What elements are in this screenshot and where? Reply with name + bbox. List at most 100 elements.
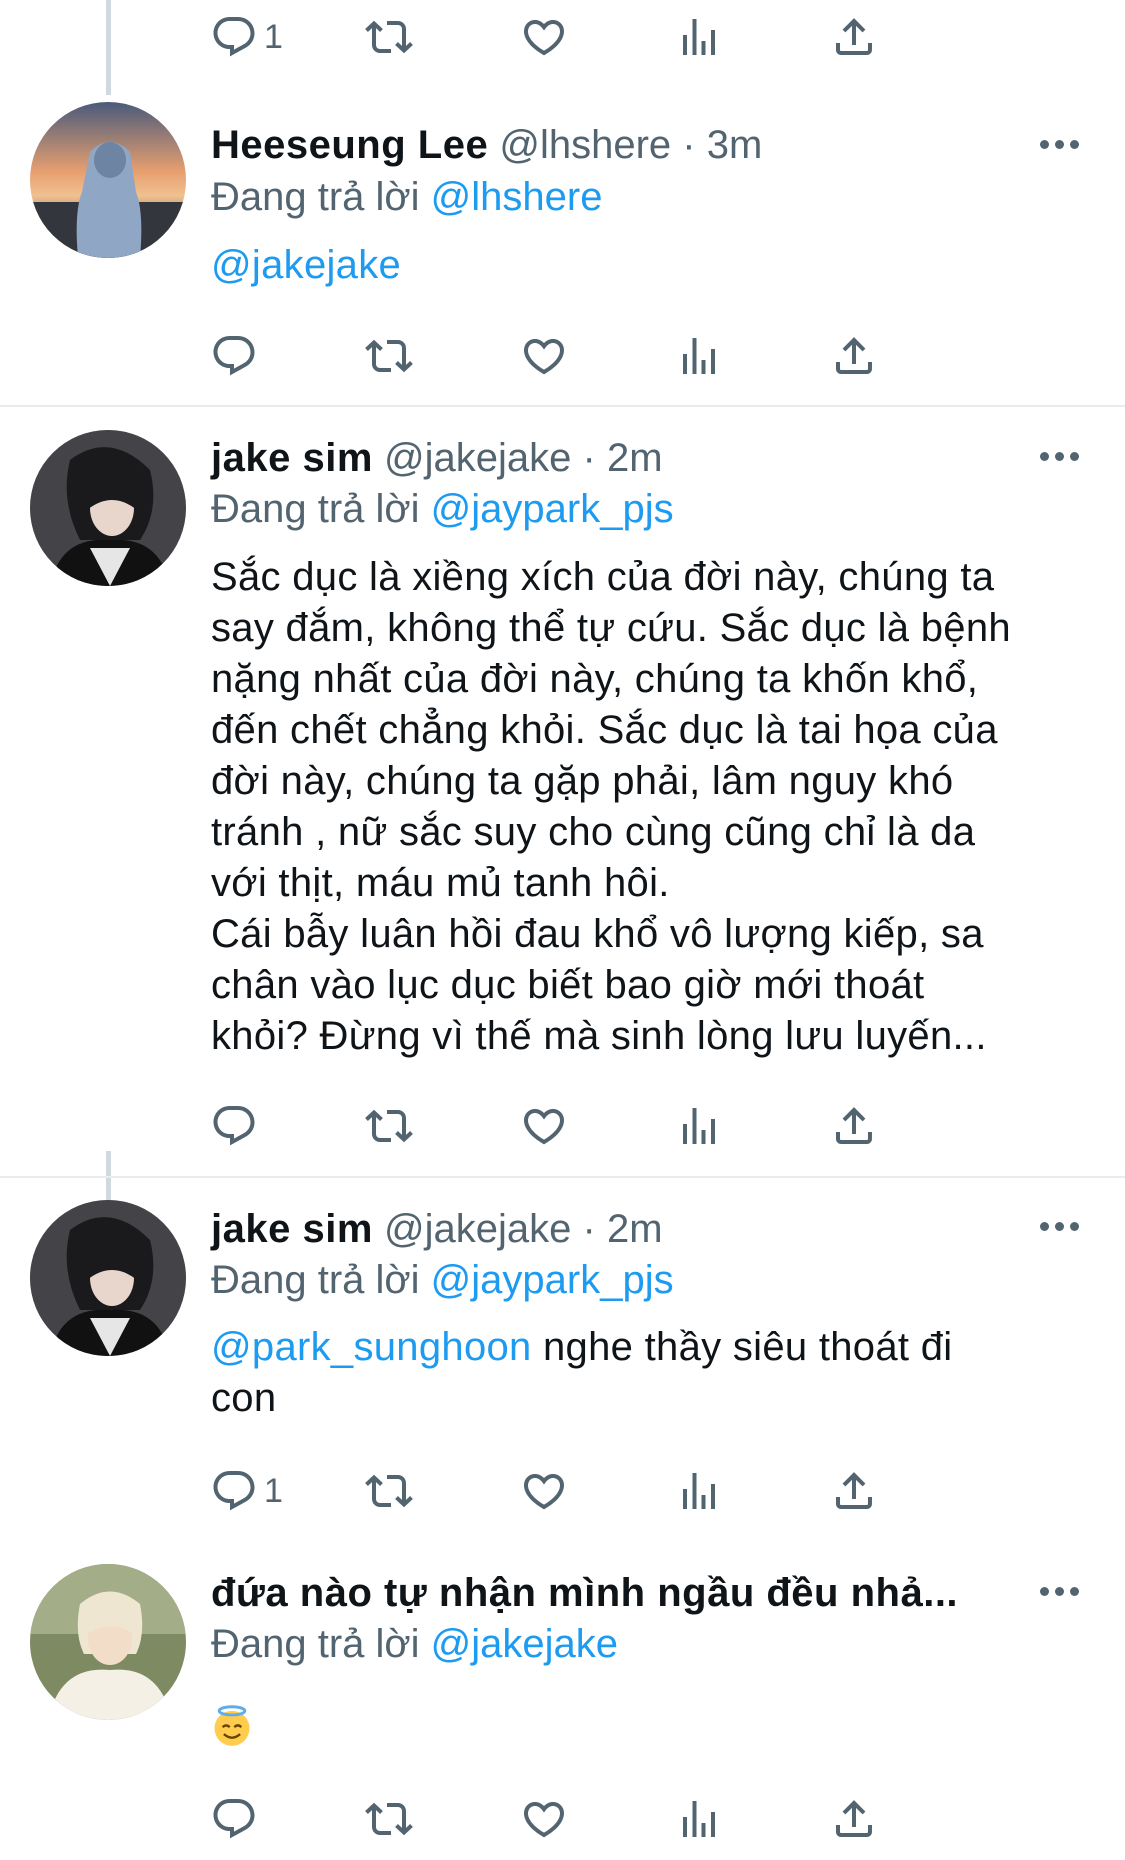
share-button[interactable] bbox=[830, 331, 878, 381]
retweet-icon bbox=[365, 1795, 413, 1843]
views-button[interactable] bbox=[675, 1794, 723, 1844]
timestamp[interactable]: 3m bbox=[707, 123, 763, 167]
views-icon bbox=[675, 332, 723, 380]
reply-icon bbox=[210, 13, 258, 61]
replying-to-handle[interactable]: @lhshere bbox=[431, 175, 603, 219]
reply-icon bbox=[210, 1102, 258, 1150]
retweet-button[interactable] bbox=[365, 1794, 413, 1844]
replying-to: Đang trả lời @jaypark_pjs bbox=[211, 485, 674, 533]
tweet-text: Sắc dục là xiềng xích của đời này, chúng… bbox=[211, 552, 1091, 1062]
reply-button[interactable] bbox=[210, 331, 258, 381]
more-options-icon[interactable] bbox=[1040, 452, 1080, 464]
display-name[interactable]: jake sim bbox=[211, 436, 373, 480]
tweet-text-line: @park_sunghoon nghe thầy siêu thoát đi bbox=[211, 1322, 1091, 1373]
tweet-text: @jakejake bbox=[211, 240, 1091, 291]
retweet-button[interactable] bbox=[365, 1466, 413, 1516]
tweet-text-line: với thịt, máu mủ tanh hôi. bbox=[211, 861, 670, 905]
retweet-button[interactable] bbox=[365, 331, 413, 381]
handle[interactable]: @jakejake bbox=[384, 1207, 571, 1251]
avatar-dark-hair-icon bbox=[30, 1200, 186, 1356]
views-button[interactable] bbox=[675, 1101, 723, 1151]
like-button[interactable] bbox=[520, 12, 568, 62]
replying-to: Đang trả lời @lhshere bbox=[211, 173, 602, 221]
mention-link[interactable]: @park_sunghoon bbox=[211, 1325, 532, 1369]
separator: · bbox=[582, 436, 596, 480]
retweet-button[interactable] bbox=[365, 12, 413, 62]
retweet-button[interactable] bbox=[365, 1101, 413, 1151]
more-options-icon[interactable] bbox=[1040, 1587, 1080, 1599]
avatar[interactable] bbox=[30, 1564, 186, 1720]
tweet-header: jake sim @jakejake · 2m bbox=[211, 1205, 663, 1253]
tweet-text-fragment: nghe thầy siêu thoát đi bbox=[543, 1325, 953, 1369]
share-icon bbox=[830, 332, 878, 380]
replying-to-label: Đang trả lời bbox=[211, 1622, 420, 1666]
reply-button[interactable] bbox=[210, 1101, 258, 1151]
heart-icon bbox=[520, 1795, 568, 1843]
replying-to-handle[interactable]: @jaypark_pjs bbox=[431, 487, 674, 531]
reply-button[interactable]: 1 bbox=[210, 1466, 283, 1516]
avatar-hoodie-sunset-icon bbox=[30, 102, 186, 258]
tweet-text: @park_sunghoon nghe thầy siêu thoát đi c… bbox=[211, 1322, 1091, 1424]
tweet-text-line: Cái bẫy luân hồi đau khổ vô lượng kiếp, … bbox=[211, 912, 984, 956]
replying-to: Đang trả lời @jakejake bbox=[211, 1620, 618, 1668]
timestamp[interactable]: 2m bbox=[607, 436, 663, 480]
share-button[interactable] bbox=[830, 1794, 878, 1844]
tweet-actions bbox=[210, 1794, 1010, 1844]
tweet-actions bbox=[210, 331, 1010, 381]
tweet-header: jake sim @jakejake · 2m bbox=[211, 434, 663, 482]
share-icon bbox=[830, 13, 878, 61]
share-icon bbox=[830, 1795, 878, 1843]
reply-button[interactable]: 1 bbox=[210, 12, 283, 62]
display-name[interactable]: jake sim bbox=[211, 1207, 373, 1251]
tweet-text-line: nặng nhất của đời này, chúng ta khốn khổ… bbox=[211, 657, 979, 701]
replying-to: Đang trả lời @jaypark_pjs bbox=[211, 1256, 674, 1304]
more-options-icon[interactable] bbox=[1040, 1222, 1080, 1234]
views-button[interactable] bbox=[675, 12, 723, 62]
retweet-icon bbox=[365, 13, 413, 61]
like-button[interactable] bbox=[520, 1101, 568, 1151]
avatar[interactable] bbox=[30, 1200, 186, 1356]
share-button[interactable] bbox=[830, 12, 878, 62]
reply-count: 1 bbox=[264, 17, 283, 56]
display-name[interactable]: Heeseung Lee bbox=[211, 123, 488, 167]
share-button[interactable] bbox=[830, 1466, 878, 1516]
handle[interactable]: @jakejake bbox=[384, 436, 571, 480]
like-button[interactable] bbox=[520, 331, 568, 381]
avatar[interactable] bbox=[30, 102, 186, 258]
views-button[interactable] bbox=[675, 331, 723, 381]
separator: · bbox=[682, 123, 696, 167]
tweet-text-line: khỏi? Đừng vì thế mà sinh lòng lưu luyến… bbox=[211, 1014, 987, 1058]
replying-to-handle[interactable]: @jakejake bbox=[431, 1622, 618, 1666]
avatar[interactable] bbox=[30, 430, 186, 586]
tweet-actions bbox=[210, 1101, 1010, 1151]
tweet-text-line: say đắm, không thể tự cứu. Sắc dục là bệ… bbox=[211, 606, 1011, 650]
avatar-blonde-icon bbox=[30, 1564, 186, 1720]
tweet-text-line: đến chết chẳng khỏi. Sắc dục là tai họa … bbox=[211, 708, 998, 752]
share-button[interactable] bbox=[830, 1101, 878, 1151]
tweet-text-line: con bbox=[211, 1376, 277, 1420]
tweet-header: đứa nào tự nhận mình ngầu đều nhả... bbox=[211, 1569, 958, 1617]
retweet-icon bbox=[365, 1102, 413, 1150]
reply-icon bbox=[210, 1467, 258, 1515]
views-icon bbox=[675, 13, 723, 61]
mention-link[interactable]: @jakejake bbox=[211, 243, 401, 287]
tweet-actions: 1 bbox=[210, 12, 1010, 62]
heart-icon bbox=[520, 332, 568, 380]
views-button[interactable] bbox=[675, 1466, 723, 1516]
tweet-divider bbox=[0, 405, 1125, 407]
tweet-text-line: Sắc dục là xiềng xích của đời này, chúng… bbox=[211, 555, 995, 599]
handle[interactable]: @lhshere bbox=[499, 123, 671, 167]
timestamp[interactable]: 2m bbox=[607, 1207, 663, 1251]
more-options-icon[interactable] bbox=[1040, 140, 1080, 152]
replying-to-label: Đang trả lời bbox=[211, 175, 420, 219]
reply-button[interactable] bbox=[210, 1794, 258, 1844]
like-button[interactable] bbox=[520, 1466, 568, 1516]
reply-icon bbox=[210, 1795, 258, 1843]
tweet-text-line: đời này, chúng ta gặp phải, lâm nguy khó bbox=[211, 759, 954, 803]
replying-to-handle[interactable]: @jaypark_pjs bbox=[431, 1258, 674, 1302]
like-button[interactable] bbox=[520, 1794, 568, 1844]
tweet-actions: 1 bbox=[210, 1466, 1010, 1516]
reply-count: 1 bbox=[264, 1471, 283, 1510]
heart-icon bbox=[520, 1102, 568, 1150]
display-name[interactable]: đứa nào tự nhận mình ngầu đều nhả... bbox=[211, 1571, 958, 1615]
